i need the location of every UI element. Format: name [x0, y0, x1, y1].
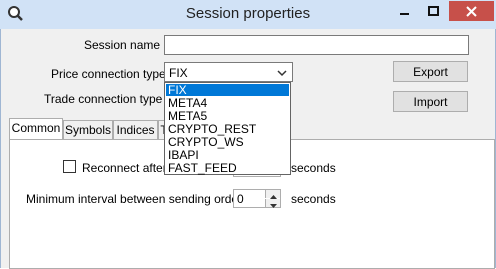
close-icon	[466, 6, 477, 17]
dropdown-option-meta5[interactable]: META5	[166, 110, 289, 122]
minimize-icon	[400, 13, 409, 15]
tab-symbols[interactable]: Symbols	[63, 120, 113, 139]
spinner-up-button[interactable]	[265, 190, 280, 199]
dropdown-option-fast-feed[interactable]: FAST_FEED	[166, 162, 289, 174]
close-button[interactable]	[449, 1, 494, 21]
dropdown-option-crypto-rest[interactable]: CRYPTO_REST	[166, 123, 289, 135]
min-interval-stepper[interactable]: 0	[233, 189, 281, 208]
tab-indices[interactable]: Indices	[113, 120, 158, 139]
min-interval-value: 0	[237, 192, 244, 206]
maximize-icon	[428, 6, 439, 16]
session-name-label: Session name	[84, 38, 161, 52]
tab-common[interactable]: Common	[9, 118, 63, 140]
trade-connection-label: Trade connection type	[44, 92, 163, 106]
maximize-button[interactable]	[420, 1, 447, 21]
dropdown-option-ibapi[interactable]: IBAPI	[166, 149, 289, 161]
min-interval-unit: seconds	[291, 192, 336, 206]
minimize-button[interactable]	[391, 1, 418, 21]
export-button[interactable]: Export	[393, 61, 468, 82]
price-connection-label: Price connection type	[51, 67, 166, 81]
spinner-down-button[interactable]	[265, 199, 280, 208]
caret-down-icon	[270, 204, 277, 208]
dropdown-option-crypto-ws[interactable]: CRYPTO_WS	[166, 136, 289, 148]
dropdown-option-meta4[interactable]: META4	[166, 97, 289, 109]
dropdown-option-fix[interactable]: FIX	[166, 84, 289, 96]
price-connection-value: FIX	[169, 66, 188, 80]
min-interval-label: Minimum interval between sending orders	[26, 192, 249, 206]
price-connection-select[interactable]: FIX	[164, 62, 293, 82]
import-button[interactable]: Import	[393, 91, 468, 112]
chevron-down-icon	[277, 70, 287, 77]
reconnect-label: Reconnect after n	[82, 161, 177, 175]
session-name-input[interactable]	[164, 35, 469, 55]
reconnect-unit: seconds	[291, 161, 336, 175]
reconnect-checkbox[interactable]	[63, 160, 76, 173]
price-connection-dropdown-list: FIX META4 META5 CRYPTO_REST CRYPTO_WS IB…	[164, 82, 291, 175]
